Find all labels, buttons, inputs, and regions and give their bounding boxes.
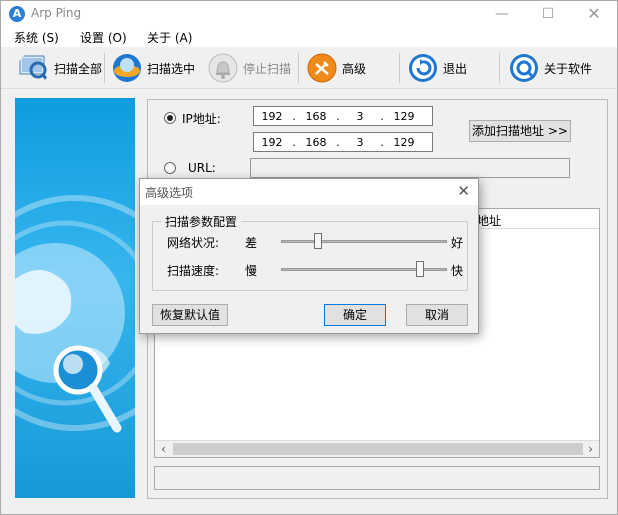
restore-defaults-button[interactable]: 恢复默认值 bbox=[152, 304, 228, 326]
stop-scan-button[interactable]: 停止扫描 bbox=[207, 51, 291, 85]
ip-octet: 192 bbox=[261, 109, 283, 123]
status-bar bbox=[154, 466, 600, 490]
toolbar: 扫描全部 扫描选中 停止扫描 高级 退出 关于软件 bbox=[1, 47, 617, 89]
exit-icon bbox=[409, 54, 437, 82]
dialog-title: 高级选项 bbox=[145, 186, 194, 200]
ip-start-field[interactable]: 192. 168. 3. 129 bbox=[253, 106, 433, 126]
toolbar-separator bbox=[104, 53, 105, 83]
scan-selected-button[interactable]: 扫描选中 bbox=[111, 51, 195, 85]
scroll-left-icon[interactable]: ‹ bbox=[155, 441, 172, 458]
speed-slider[interactable] bbox=[281, 261, 447, 277]
add-scan-address-button[interactable]: 添加扫描地址 >> bbox=[469, 120, 571, 142]
ip-end-field[interactable]: 192. 168. 3. 129 bbox=[253, 132, 433, 152]
advanced-button[interactable]: 高级 bbox=[306, 51, 366, 85]
scrollbar-thumb[interactable] bbox=[173, 443, 583, 455]
speed-min-label: 慢 bbox=[245, 264, 258, 278]
network-max-label: 好 bbox=[451, 236, 464, 250]
scan-selected-label: 扫描选中 bbox=[147, 61, 196, 76]
ip-octet: 129 bbox=[393, 109, 415, 123]
ok-button[interactable]: 确定 bbox=[324, 304, 386, 326]
scan-all-icon bbox=[19, 55, 50, 82]
ip-octet: 192 bbox=[261, 135, 283, 149]
dialog-close-icon[interactable]: ✕ bbox=[457, 182, 470, 200]
url-radio-label: URL: bbox=[188, 161, 216, 175]
advanced-icon bbox=[307, 53, 337, 83]
stop-scan-label: 停止扫描 bbox=[243, 61, 292, 76]
window-title: Arp Ping bbox=[31, 6, 82, 20]
ip-octet: 3 bbox=[356, 109, 364, 123]
network-slider[interactable] bbox=[281, 233, 447, 249]
title-bar: A Arp Ping — ☐ ✕ bbox=[1, 1, 617, 27]
ip-octet: 129 bbox=[393, 135, 415, 149]
globe-banner-image bbox=[15, 98, 135, 498]
scan-all-button[interactable]: 扫描全部 bbox=[18, 51, 102, 85]
network-status-label: 网络状况: bbox=[167, 236, 220, 250]
stop-scan-icon bbox=[208, 53, 238, 83]
url-radio[interactable] bbox=[164, 162, 176, 174]
speed-max-label: 快 bbox=[451, 264, 464, 278]
about-label: 关于软件 bbox=[544, 61, 593, 76]
about-button[interactable]: 关于软件 bbox=[508, 51, 592, 85]
app-icon: A bbox=[9, 6, 25, 22]
toolbar-separator bbox=[399, 53, 400, 83]
advanced-label: 高级 bbox=[342, 61, 367, 76]
speed-slider-thumb[interactable] bbox=[416, 261, 424, 277]
globe-magnifier-illustration bbox=[15, 195, 135, 433]
ip-octet: 168 bbox=[305, 135, 327, 149]
ip-radio[interactable] bbox=[164, 112, 176, 124]
menu-settings[interactable]: 设置 (O) bbox=[80, 29, 127, 46]
maximize-button[interactable]: ☐ bbox=[525, 1, 571, 27]
network-slider-thumb[interactable] bbox=[314, 233, 322, 249]
close-button[interactable]: ✕ bbox=[571, 1, 617, 27]
dialog-title-bar: 高级选项 ✕ bbox=[140, 179, 478, 205]
toolbar-separator bbox=[499, 53, 500, 83]
ip-octet: 3 bbox=[356, 135, 364, 149]
menu-bar: 系统 (S) 设置 (O) 关于 (A) bbox=[1, 27, 617, 47]
url-input[interactable] bbox=[250, 158, 570, 178]
ip-octet: 168 bbox=[305, 109, 327, 123]
exit-button[interactable]: 退出 bbox=[407, 51, 467, 85]
scroll-right-icon[interactable]: › bbox=[582, 441, 599, 458]
horizontal-scrollbar[interactable]: ‹ › bbox=[155, 440, 599, 457]
scan-all-label: 扫描全部 bbox=[54, 61, 103, 76]
exit-label: 退出 bbox=[443, 61, 468, 76]
cancel-button[interactable]: 取消 bbox=[406, 304, 468, 326]
menu-system[interactable]: 系统 (S) bbox=[14, 29, 59, 46]
scan-speed-label: 扫描速度: bbox=[167, 264, 220, 278]
about-icon bbox=[510, 54, 538, 82]
advanced-options-dialog: 高级选项 ✕ 扫描参数配置 网络状况: 差 好 扫描速度: 慢 快 恢复默认值 … bbox=[139, 178, 479, 334]
group-title: 扫描参数配置 bbox=[161, 213, 242, 230]
minimize-button[interactable]: — bbox=[479, 1, 525, 27]
column-header-address[interactable]: 地址 bbox=[477, 212, 501, 229]
menu-about[interactable]: 关于 (A) bbox=[147, 29, 192, 46]
ip-radio-label: IP地址: bbox=[182, 112, 221, 126]
scan-selected-icon bbox=[113, 54, 141, 82]
scan-params-group: 扫描参数配置 网络状况: 差 好 扫描速度: 慢 快 bbox=[152, 213, 468, 291]
network-min-label: 差 bbox=[245, 236, 258, 250]
toolbar-separator bbox=[298, 53, 299, 83]
main-window: A Arp Ping — ☐ ✕ 系统 (S) 设置 (O) 关于 (A) 扫描… bbox=[0, 0, 618, 515]
